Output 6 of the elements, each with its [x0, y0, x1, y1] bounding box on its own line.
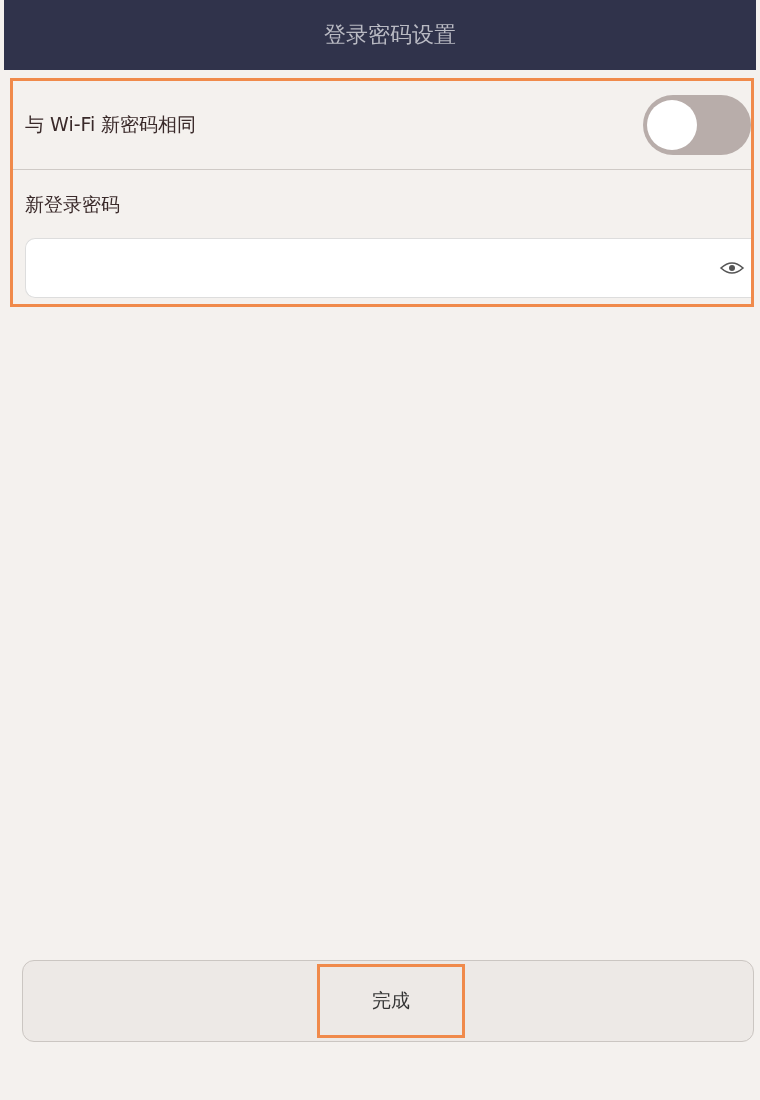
toggle-label: 与 Wi-Fi 新密码相同: [25, 112, 197, 137]
screen-title: 登录密码设置: [324, 21, 456, 49]
field-label: 新登录密码: [25, 192, 121, 217]
done-button[interactable]: 完成: [22, 960, 754, 1042]
password-field[interactable]: [25, 238, 751, 298]
toggle-switch[interactable]: [643, 95, 751, 155]
